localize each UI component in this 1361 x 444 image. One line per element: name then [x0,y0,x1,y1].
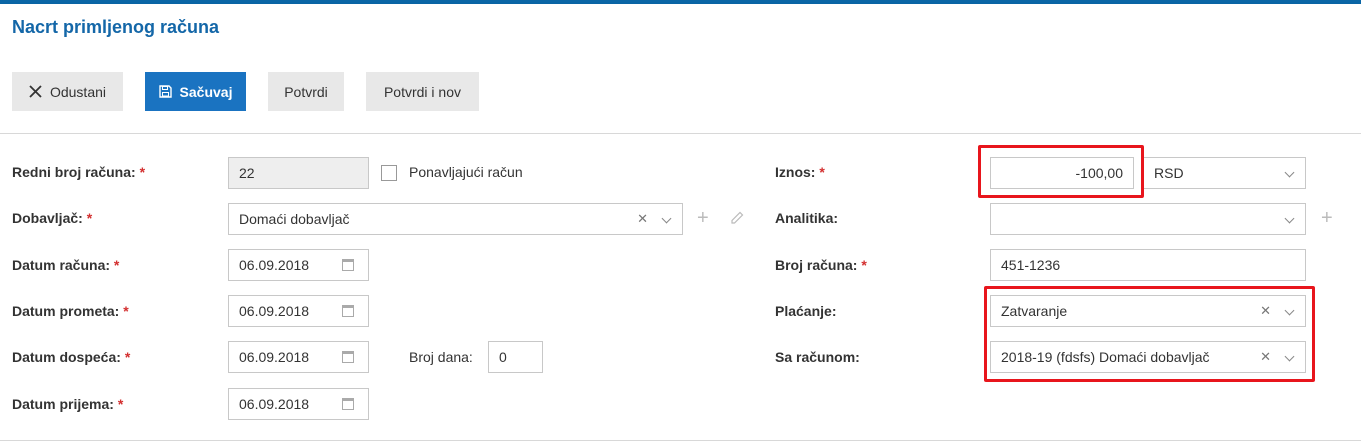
add-supplier-icon[interactable]: + [697,208,709,228]
with-invoice-label: Sa računom: [775,349,860,365]
confirm-and-new-button-label: Potvrdi i nov [383,83,462,100]
analytics-select[interactable] [990,203,1306,235]
recurring-invoice-label: Ponavljajući račun [409,164,523,180]
analytics-label: Analitika: [775,210,839,226]
due-date-field[interactable]: 06.09.2018 [228,341,369,373]
calendar-icon[interactable] [342,398,354,410]
cancel-button[interactable]: Odustani [12,72,123,111]
days-field[interactable]: 0 [488,341,543,373]
bottom-divider [0,440,1361,441]
cancel-button-label: Odustani [49,83,107,100]
account-number-label: Broj računa: * [775,257,867,273]
chevron-down-icon [661,213,672,224]
save-button[interactable]: Sačuvaj [145,72,246,111]
invoice-date-field[interactable]: 06.09.2018 [228,249,369,281]
save-button-label: Sačuvaj [179,83,233,100]
receipt-date-field[interactable]: 06.09.2018 [228,388,369,420]
calendar-icon[interactable] [342,259,354,271]
turnover-date-label: Datum prometa: * [12,303,129,319]
receipt-date-label: Datum prijema: * [12,396,124,412]
invoice-number-field[interactable]: 22 [228,157,369,189]
clear-icon[interactable]: ✕ [637,211,648,227]
invoice-date-label: Datum računa: * [12,257,120,273]
chevron-down-icon [1284,167,1295,178]
chevron-down-icon [1284,213,1295,224]
currency-select[interactable]: RSD [1143,157,1306,189]
page-header: Nacrt primljenog računa [0,4,1361,50]
floppy-disk-icon [158,85,172,98]
recurring-invoice-checkbox[interactable] [381,165,397,181]
turnover-date-field[interactable]: 06.09.2018 [228,295,369,327]
payment-highlight [984,286,1315,382]
confirm-button-label: Potvrdi [284,83,328,100]
invoice-number-label: Redni broj računa: * [12,164,146,180]
page-title: Nacrt primljenog računa [12,17,220,37]
confirm-button[interactable]: Potvrdi [268,72,344,111]
add-analytics-icon[interactable]: + [1321,208,1333,228]
due-date-label: Datum dospeća: * [12,349,131,365]
account-number-field[interactable]: 451-1236 [990,249,1306,281]
confirm-and-new-button[interactable]: Potvrdi i nov [366,72,479,111]
toolbar-divider [0,133,1361,134]
payment-label: Plaćanje: [775,303,837,319]
supplier-label: Dobavljač: * [12,210,93,226]
amount-highlight [978,145,1144,198]
close-icon [29,85,42,98]
edit-pencil-icon[interactable] [729,210,745,226]
days-label: Broj dana: [409,349,473,365]
calendar-icon[interactable] [342,305,354,317]
amount-label: Iznos: * [775,164,825,180]
supplier-select[interactable]: Domaći dobavljač ✕ [228,203,683,235]
calendar-icon[interactable] [342,351,354,363]
